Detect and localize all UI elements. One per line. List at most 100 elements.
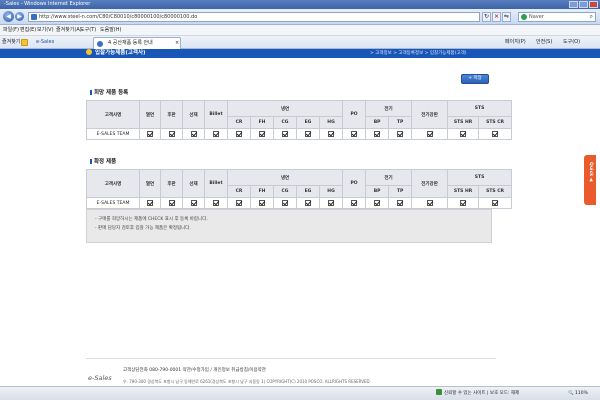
table-row: E-SALES TEAM xyxy=(86,197,513,209)
register-button[interactable]: + 저장 xyxy=(461,74,489,84)
security-zone[interactable]: 신뢰할 수 있는 사이트 | 보호 모드: 해제 xyxy=(436,387,519,400)
checkbox-hg[interactable] xyxy=(328,130,335,137)
menu-help[interactable]: 도움말(H) xyxy=(100,25,121,36)
url-input[interactable]: http://www.steel-n.com/C80/C80010/c80000… xyxy=(28,12,480,22)
checkbox-fh[interactable] xyxy=(259,130,265,137)
checkbox-wire[interactable] xyxy=(190,130,197,137)
page-header: 입찰가능제품(고객사) xyxy=(86,49,146,58)
header-customer: 고객사명 xyxy=(86,169,140,198)
header-billet: Billet xyxy=(204,169,228,198)
tab-close-icon[interactable]: × xyxy=(175,38,179,49)
browser-tab[interactable]: 4 공산재품 등록 안내 × xyxy=(93,37,181,49)
checkbox-sts-cr[interactable] xyxy=(492,130,499,137)
checkbox-tp[interactable] xyxy=(397,130,404,137)
header-electrical-steel: 전기강판 xyxy=(411,169,449,198)
header-electrical: 전기 xyxy=(365,100,413,117)
checkbox-bp[interactable] xyxy=(374,130,381,137)
tool-safety[interactable]: 안전(S) xyxy=(536,36,552,49)
tab-icon xyxy=(97,41,103,47)
back-button[interactable]: ◀ xyxy=(3,11,14,22)
header-cold: 냉연 xyxy=(226,100,344,117)
tool-tools[interactable]: 도구(O) xyxy=(563,36,580,49)
header-sts-cr: STS CR xyxy=(478,185,513,198)
quick-menu-tab[interactable]: Quick ◀ xyxy=(584,155,596,205)
checkbox-electrical-steel[interactable] xyxy=(426,130,433,137)
header-electrical-steel: 전기강판 xyxy=(411,100,449,129)
maximize-button[interactable] xyxy=(579,1,588,8)
confirmed-products-table: 고객사명 열연 후판 선재 Billet 냉연 PO 전기 전기강판 STS C… xyxy=(86,169,513,209)
checkbox-plate xyxy=(168,199,175,206)
checkbox-wire xyxy=(190,199,197,206)
status-bar: 신뢰할 수 있는 사이트 | 보호 모드: 해제 🔍 110% xyxy=(0,386,600,400)
checkbox-billet[interactable] xyxy=(213,130,219,137)
favorites-bar: 즐겨찾기 e-Sales 4 공산재품 등록 안내 × 페이지(P) 안전(S)… xyxy=(0,36,600,49)
header-plate: 후판 xyxy=(160,100,183,129)
zoom-level[interactable]: 🔍 110% xyxy=(568,387,588,400)
page-content: 입찰가능제품(고객사) > 고객정보 > 고객등록정보 > 입찰가능제품(고객)… xyxy=(0,49,600,386)
security-zone-text: 신뢰할 수 있는 사이트 | 보호 모드: 해제 xyxy=(444,391,520,396)
section-title-request: 희망 제품 등록 xyxy=(90,88,128,96)
header-billet: Billet xyxy=(204,100,228,129)
stop-icon[interactable]: × xyxy=(492,12,501,22)
checkbox-electrical-steel xyxy=(426,199,433,206)
header-cg: CG xyxy=(273,116,297,129)
header-wire: 선재 xyxy=(182,100,205,129)
checkbox-cg[interactable] xyxy=(282,130,288,137)
header-hg: HG xyxy=(318,116,344,129)
favorites-site-link[interactable]: e-Sales xyxy=(36,36,54,49)
menu-edit[interactable]: 편집(E) xyxy=(20,25,36,36)
note-line: - 판매 담당자 검토후 입찰 가능 제품은 확정됩니다. xyxy=(95,226,191,231)
customer-cell: E-SALES TEAM xyxy=(86,197,140,209)
checkbox-cg xyxy=(282,199,288,206)
header-tp: TP xyxy=(388,116,413,129)
note-line: - 구매를 희망하시는 제품에 CHECK 표시 후 등록 바랍니다. xyxy=(95,217,208,222)
menu-view[interactable]: 보기(V) xyxy=(37,25,54,36)
header-bp: BP xyxy=(365,185,390,198)
checkbox-eg[interactable] xyxy=(305,130,311,137)
menu-file[interactable]: 파일(F) xyxy=(3,25,19,36)
favorites-star-icon[interactable] xyxy=(21,39,28,46)
checkbox-eg xyxy=(305,199,311,206)
header-cr: CR xyxy=(227,185,251,198)
tool-page[interactable]: 페이지(P) xyxy=(505,36,526,49)
checkbox-sts-hr[interactable] xyxy=(460,130,467,137)
title-badge-icon xyxy=(86,49,92,55)
naver-icon xyxy=(521,14,527,20)
checkbox-po xyxy=(351,199,358,206)
compat-icon[interactable]: ⇋ xyxy=(502,12,511,22)
checkbox-sts-hr xyxy=(460,199,467,206)
section-title-text: 희망 제품 등록 xyxy=(94,90,129,96)
header-sts: STS xyxy=(447,169,513,186)
search-icon[interactable]: ⌕ xyxy=(590,13,593,21)
breadcrumb: > 고객정보 > 고객등록정보 > 입찰가능제품(고객) xyxy=(370,51,467,56)
checkbox-plate[interactable] xyxy=(168,130,175,137)
header-sts-hr: STS HR xyxy=(447,116,480,129)
checkbox-hot-rolled[interactable] xyxy=(147,130,153,137)
refresh-icon[interactable]: ↻ xyxy=(482,12,491,22)
search-placeholder: Naver xyxy=(529,14,544,20)
forward-button[interactable]: ▶ xyxy=(15,12,24,21)
close-window-button[interactable] xyxy=(589,1,598,8)
header-cg: CG xyxy=(273,185,297,198)
ie-page-icon xyxy=(31,14,37,20)
search-input[interactable]: Naver ⌕ xyxy=(518,12,596,22)
header-electrical: 전기 xyxy=(365,169,413,186)
zoom-level-text: 110% xyxy=(575,391,588,396)
header-po: PO xyxy=(342,100,367,129)
footer-address: 우. 790-300 경상북도 포항시 남구 동해안로 6261(경상북도 포항… xyxy=(123,379,370,384)
checkbox-tp xyxy=(397,199,404,206)
menu-tools[interactable]: 도구(T) xyxy=(80,25,96,36)
table-header-row: 고객사명 열연 후판 선재 Billet 냉연 PO 전기 전기강판 STS xyxy=(86,100,513,129)
header-bp: BP xyxy=(365,116,390,129)
table-row: E-SALES TEAM xyxy=(86,128,513,140)
footer-links[interactable]: 고객상담전화 080-790-0001 약관/수정가입 / 개인정보 취급방침/… xyxy=(123,367,266,373)
address-toolbar: ◀ ▶ http://www.steel-n.com/C80/C80010/c8… xyxy=(0,9,600,25)
quick-menu-label: Quick ◀ xyxy=(588,162,593,182)
favorites-label[interactable]: 즐겨찾기 xyxy=(2,36,20,49)
checkbox-cr[interactable] xyxy=(236,130,242,137)
header-sts-cr: STS CR xyxy=(478,116,513,129)
menu-favorites[interactable]: 즐겨찾기(A) xyxy=(56,25,82,36)
minimize-button[interactable] xyxy=(569,1,578,8)
footer-divider xyxy=(86,358,496,359)
checkbox-po[interactable] xyxy=(351,130,358,137)
